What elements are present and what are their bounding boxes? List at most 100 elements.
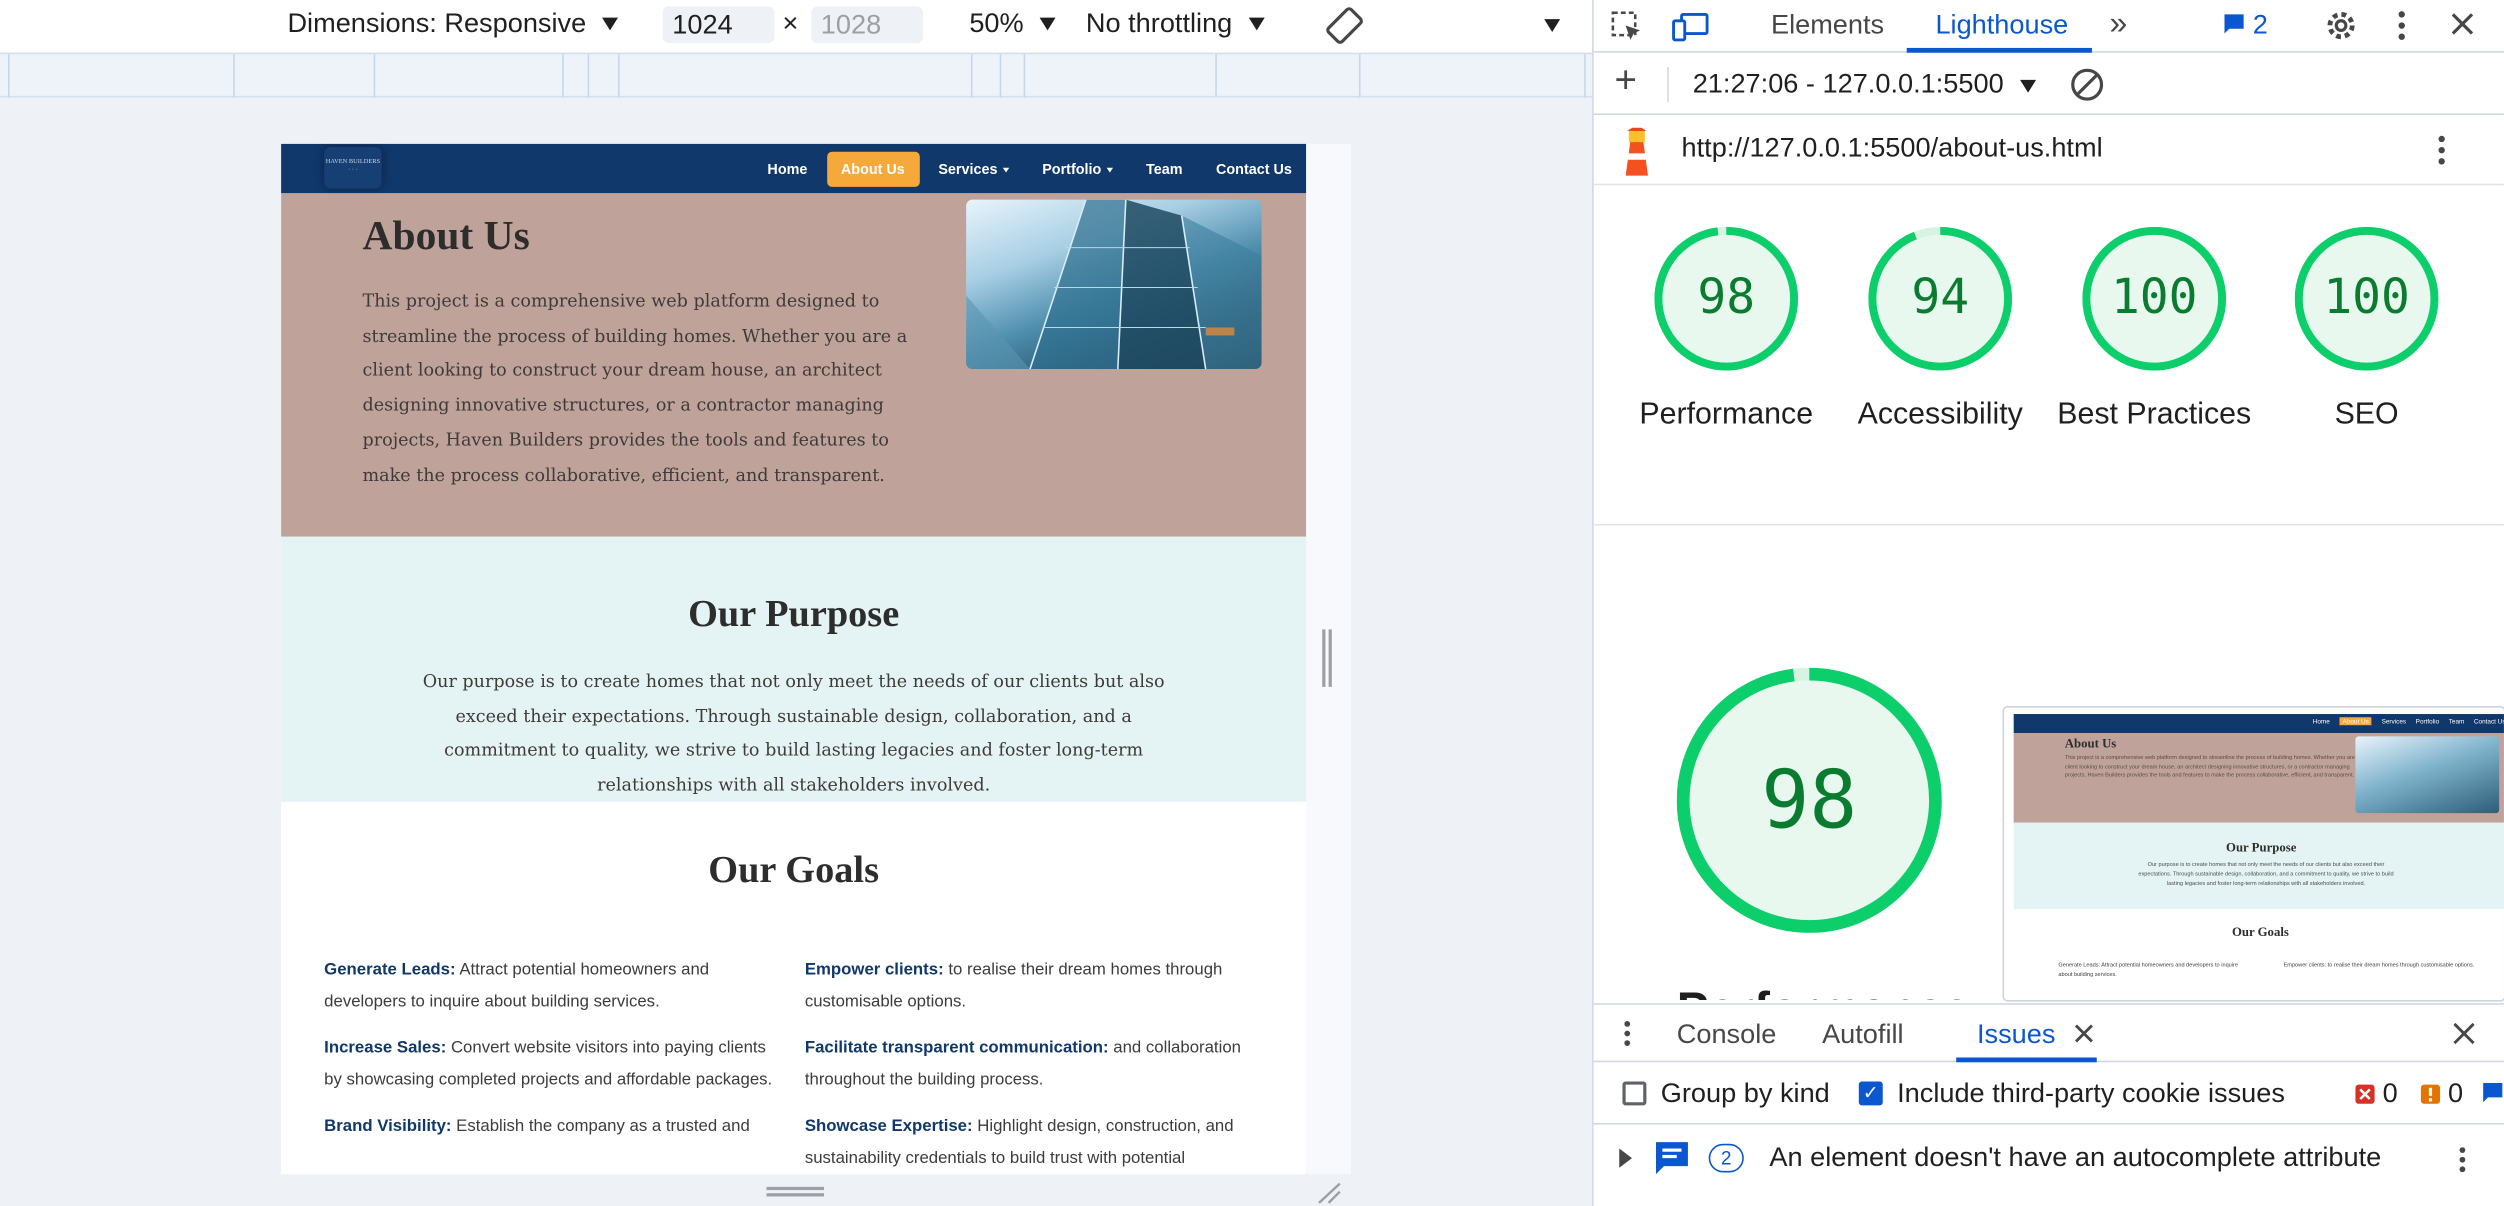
goal-item: Showcase Expertise: Highlight design, co… [805, 1112, 1260, 1174]
clear-reports-icon[interactable] [2070, 67, 2105, 107]
kebab-menu-icon[interactable] [2397, 10, 2407, 47]
issues-badge[interactable]: 2 [2223, 10, 2268, 42]
thumb-purpose: Our Purpose Our purpose is to create hom… [2013, 822, 2504, 909]
emulated-page: HAVEN BUILDERS · · · Home About Us Services… [281, 143, 1307, 1175]
about-section: About Us This project is a comprehensive… [281, 193, 1307, 537]
throttling-select[interactable]: No throttling [1086, 8, 1265, 40]
tab-autofill[interactable]: Autofill [1822, 1019, 1903, 1051]
chevron-down-icon [1002, 167, 1009, 173]
page-screenshot-thumbnail[interactable]: Home About Us Services Portfolio Team Contact… [2002, 706, 2504, 1002]
nav-link-team[interactable]: Team [1132, 152, 1197, 187]
devtools-panel: Elements Lighthouse » 2 + 21:27:06 - 127… [1592, 0, 2504, 1206]
goal-term: Increase Sales: [324, 1038, 447, 1058]
gauge-score: 98 [1697, 269, 1756, 326]
report-selector-label: 21:27:06 - 127.0.0.1:5500 [1692, 68, 2004, 100]
tab-issues[interactable]: Issues [1977, 1019, 2055, 1051]
right-resize-handle[interactable] [1322, 629, 1332, 687]
gauge-label: Accessibility [1857, 397, 2023, 432]
gauge-accessibility[interactable]: 94 Accessibility [1833, 226, 2047, 436]
height-input[interactable]: 1028 [811, 6, 924, 44]
gauge-score: 100 [2323, 269, 2410, 326]
tab-console[interactable]: Console [1677, 1019, 1777, 1051]
third-party-cookie-label: Include third-party cookie issues [1897, 1078, 2285, 1109]
gauge-ring: 98 [1654, 226, 1799, 371]
gauge-label: SEO [2334, 397, 2399, 432]
thumb-nav-link: Home [2312, 717, 2330, 726]
nav-link-about-us[interactable]: About Us [826, 151, 920, 187]
inspect-element-icon[interactable] [1611, 11, 1643, 48]
close-drawer-icon[interactable] [2451, 1021, 2477, 1051]
goal-term: Generate Leads: [324, 960, 456, 980]
bottom-resize-handle[interactable] [766, 1186, 825, 1197]
goal-item: Increase Sales: Convert website visitors… [324, 1034, 779, 1096]
settings-gear-icon[interactable] [2323, 8, 2358, 48]
about-text: This project is a comprehensive web plat… [362, 290, 908, 485]
issue-row[interactable]: 2 An element doesn't have an autocomplet… [1594, 1126, 2504, 1193]
width-input[interactable]: 1024 [662, 6, 775, 44]
issues-filter-row: Group by kind ✓ Include third-party cook… [1593, 1064, 2504, 1125]
purpose-title: Our Purpose [688, 594, 900, 636]
media-query-ruler [0, 52, 1593, 98]
thumb-about: About Us This project is a comprehensive… [2013, 733, 2504, 823]
goals-title: Our Goals [708, 849, 880, 892]
nav-links: Home About Us Services Portfolio Team Contact… [748, 150, 1306, 188]
gauge-label: Best Practices [2057, 397, 2252, 432]
expand-chevron-icon[interactable] [1619, 1148, 1633, 1168]
gauge-ring: 100 [2294, 226, 2439, 371]
error-counter[interactable]: 0 [2354, 1078, 2398, 1110]
tab-elements[interactable]: Elements [1771, 10, 1884, 42]
nav-link-services[interactable]: Services [924, 152, 1023, 187]
device-toolbar-icon[interactable] [1672, 11, 1710, 48]
report-menu-icon[interactable] [2437, 134, 2447, 171]
nav-link-contact-us[interactable]: Contact Us [1202, 152, 1307, 187]
devtools-tabbar: Elements Lighthouse » 2 [1593, 0, 2504, 53]
close-issues-tab-icon[interactable] [2073, 1021, 2095, 1050]
third-party-cookie-checkbox[interactable]: ✓ [1858, 1081, 1883, 1106]
gauge-ring: 94 [1868, 226, 2013, 371]
building-image [966, 199, 1262, 369]
report-selector[interactable]: 21:27:06 - 127.0.0.1:5500 [1693, 69, 2036, 101]
thumb-about-text: This project is a comprehensive web plat… [2064, 753, 2360, 778]
tab-lighthouse[interactable]: Lighthouse [1935, 10, 2068, 42]
site-logo[interactable]: HAVEN BUILDERS · · · [324, 146, 382, 189]
new-report-plus-icon[interactable]: + [1614, 61, 1636, 99]
purpose-section: Our Purpose Our purpose is to create hom… [281, 536, 1307, 802]
purpose-text: Our purpose is to create homes that not … [422, 670, 1165, 795]
info-icon[interactable] [2482, 1080, 2504, 1112]
error-icon [2355, 1084, 2375, 1104]
more-tabs-icon[interactable]: » [2110, 8, 2128, 40]
thumb-navbar: Home About Us Services Portfolio Team Contact… [2013, 714, 2504, 734]
group-by-kind-checkbox[interactable] [1622, 1081, 1647, 1106]
active-tab-indicator [1906, 47, 2092, 53]
report-url[interactable]: http://127.0.0.1:5500/about-us.html [1682, 133, 2103, 165]
thumb-goal-left: Generate Leads: Attract potential homeow… [2058, 961, 2239, 978]
chevron-down-icon [1106, 167, 1113, 173]
more-options-chevron-icon[interactable] [1538, 19, 1561, 32]
goals-section: Our Goals Generate Leads: Attract potent… [281, 801, 1307, 1175]
gauge-performance[interactable]: 98 Performance [1619, 226, 1833, 436]
goal-item: Facilitate transparent communication: an… [805, 1034, 1260, 1096]
nav-link-portfolio[interactable]: Portfolio [1028, 152, 1127, 187]
dimensions-select[interactable]: Dimensions: Responsive [287, 8, 619, 40]
goal-term: Empower clients: [804, 960, 944, 980]
zoom-label: 50% [969, 7, 1024, 39]
score-gauges: 98 Performance 94 Accessibility 100 Best Prac… [1593, 185, 2504, 526]
gauge-seo[interactable]: 100 SEO [2260, 226, 2474, 436]
rotate-icon[interactable] [1324, 5, 1366, 47]
device-toolbar: Dimensions: Responsive 1024 × 1028 50% N… [0, 0, 1593, 53]
goal-term: Showcase Expertise: [804, 1116, 973, 1136]
gauge-best-practices[interactable]: 100 Best Practices [2047, 226, 2261, 436]
gauge-score: 94 [1911, 269, 1970, 326]
corner-resize-handle[interactable] [1316, 1182, 1342, 1204]
zoom-select[interactable]: 50% [969, 7, 1056, 40]
thumb-nav-link: About Us [2339, 717, 2373, 726]
about-title: About Us [362, 212, 530, 259]
warning-counter[interactable]: 0 [2419, 1078, 2463, 1110]
thumb-goal-right: Empower clients: to realise their dream … [2283, 961, 2475, 969]
report-url-bar: http://127.0.0.1:5500/about-us.html [1593, 115, 2504, 186]
nav-link-home[interactable]: Home [753, 152, 822, 187]
close-devtools-icon[interactable] [2448, 10, 2477, 44]
gauge-score: 100 [2110, 269, 2198, 326]
issue-menu-icon[interactable] [2458, 1145, 2468, 1179]
drawer-menu-icon[interactable] [1622, 1019, 1632, 1053]
